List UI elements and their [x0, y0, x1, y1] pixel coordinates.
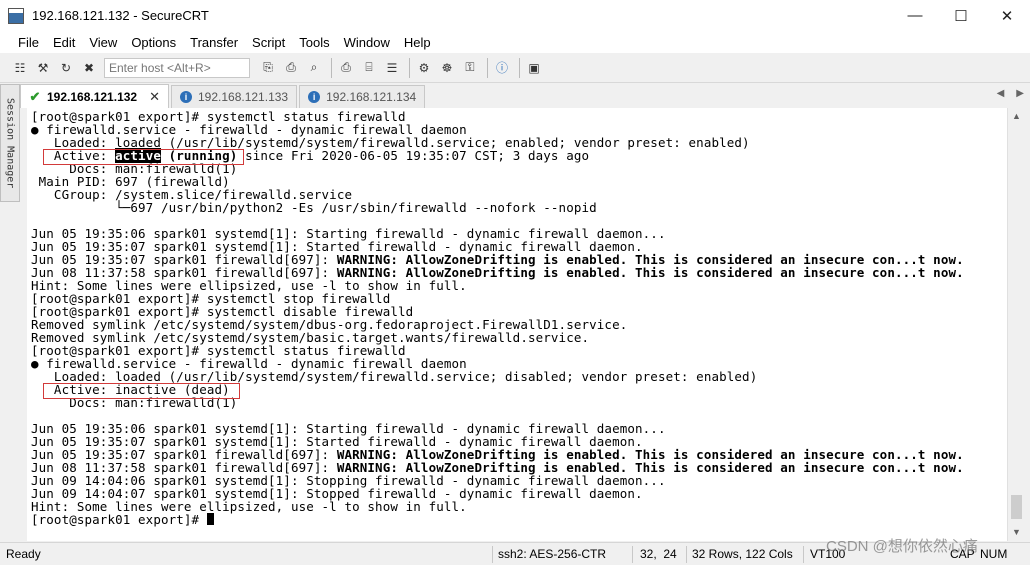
print-selection-icon[interactable]: ⌸: [359, 58, 379, 78]
tab-session-134[interactable]: i 192.168.121.134: [299, 85, 426, 108]
quick-connect-icon[interactable]: ⚒: [33, 58, 53, 78]
reconnect-icon[interactable]: ↻: [56, 58, 76, 78]
watermark: CSDN @想你依然心痛: [826, 538, 978, 555]
tab-scroll-right-icon[interactable]: ▶: [1016, 88, 1024, 99]
terminal-line: [root@spark01 export]#: [31, 513, 964, 526]
menu-window[interactable]: Window: [337, 35, 397, 50]
print-icon[interactable]: ⎙: [336, 58, 356, 78]
app-icon: [8, 7, 24, 24]
enter-host-input[interactable]: [104, 57, 250, 78]
menu-options[interactable]: Options: [124, 35, 183, 50]
global-options-icon[interactable]: ☸: [437, 58, 457, 78]
menu-edit[interactable]: Edit: [46, 35, 82, 50]
window-title: 192.168.121.132 - SecureCRT: [32, 8, 209, 23]
tab-session-133[interactable]: i 192.168.121.133: [171, 85, 298, 108]
connected-check-icon: ✔: [29, 88, 41, 104]
session-options-icon[interactable]: ⚙: [414, 58, 434, 78]
find-icon[interactable]: ⌕: [304, 58, 324, 78]
status-ready: Ready: [6, 547, 41, 561]
status-divider: [686, 546, 687, 563]
menu-tools[interactable]: Tools: [292, 35, 336, 50]
window-controls: — ☐ ✕: [892, 0, 1030, 31]
menu-view[interactable]: View: [82, 35, 124, 50]
scroll-down-icon[interactable]: ▼: [1008, 524, 1025, 540]
terminal-scrollbar[interactable]: ▲ ▼: [1007, 108, 1024, 541]
scrollbar-thumb[interactable]: [1011, 495, 1022, 519]
toolbar-separator: [487, 57, 488, 78]
session-manager-tab[interactable]: Session Manager: [0, 84, 20, 202]
session-manager-label: Session Manager: [4, 97, 16, 189]
terminal-cursor: [206, 513, 214, 525]
terminal-text: since Fri 2020-06-05 19:35:07 CST; 3 day…: [237, 148, 590, 163]
status-cursor-position: 32, 24: [640, 547, 677, 561]
info-icon: i: [180, 91, 192, 103]
toolbar-separator: [331, 57, 332, 78]
status-divider: [492, 546, 493, 563]
terminal-text: [root@spark01 export]#: [31, 512, 207, 527]
tab-scroll-left-icon[interactable]: ◀: [997, 88, 1005, 99]
terminal-area[interactable]: [root@spark01 export]# systemctl status …: [27, 108, 1007, 541]
paste-icon[interactable]: ⎙: [281, 58, 301, 78]
tab-navigation: ◀ ▶: [985, 88, 1024, 99]
minimize-button[interactable]: —: [892, 0, 938, 31]
connect-icon[interactable]: ☷: [10, 58, 30, 78]
disconnect-icon[interactable]: ✖: [79, 58, 99, 78]
screenshot-icon[interactable]: ▣: [524, 58, 544, 78]
highlight-box-active: [43, 149, 244, 165]
status-divider: [632, 546, 633, 563]
scroll-up-icon[interactable]: ▲: [1008, 108, 1025, 124]
menu-transfer[interactable]: Transfer: [183, 35, 245, 50]
menu-help[interactable]: Help: [397, 35, 438, 50]
session-tab-bar: ✔ 192.168.121.132 ✕ i 192.168.121.133 i …: [20, 84, 1030, 108]
status-divider: [803, 546, 804, 563]
menu-bar: File Edit View Options Transfer Script T…: [0, 31, 1030, 53]
properties-icon[interactable]: ☰: [382, 58, 402, 78]
terminal-text: └─697 /usr/bin/python2 -Es /usr/sbin/fir…: [31, 200, 597, 215]
toolbar-separator: [519, 57, 520, 78]
terminal-output: [root@spark01 export]# systemctl status …: [31, 110, 964, 526]
title-bar: 192.168.121.132 - SecureCRT — ☐ ✕: [0, 0, 1030, 31]
tab-label: 192.168.121.133: [198, 90, 289, 104]
status-num: NUM: [980, 547, 1008, 561]
keymap-icon[interactable]: ⚿: [460, 58, 480, 78]
status-protocol: ssh2: AES-256-CTR: [498, 547, 607, 561]
toolbar: ☷ ⚒ ↻ ✖ ⎘ ⎙ ⌕ ⎙ ⌸ ☰ ⚙ ☸ ⚿ ⓘ ▣: [0, 53, 1030, 83]
tab-session-132[interactable]: ✔ 192.168.121.132 ✕: [20, 84, 169, 108]
info-icon: i: [308, 91, 321, 103]
highlight-box-inactive: [43, 383, 240, 399]
help-icon[interactable]: ⓘ: [492, 58, 512, 78]
toolbar-separator: [409, 57, 410, 78]
menu-script[interactable]: Script: [245, 35, 292, 50]
tab-label: 192.168.121.134: [326, 90, 417, 104]
maximize-button[interactable]: ☐: [938, 0, 984, 31]
menu-file[interactable]: File: [11, 35, 46, 50]
tab-label: 192.168.121.132: [47, 89, 138, 104]
status-size: 32 Rows, 122 Cols: [692, 547, 793, 561]
copy-icon[interactable]: ⎘: [258, 58, 278, 78]
close-button[interactable]: ✕: [984, 0, 1030, 31]
tab-close-icon[interactable]: ✕: [149, 89, 160, 105]
terminal-line: └─697 /usr/bin/python2 -Es /usr/sbin/fir…: [31, 201, 964, 214]
